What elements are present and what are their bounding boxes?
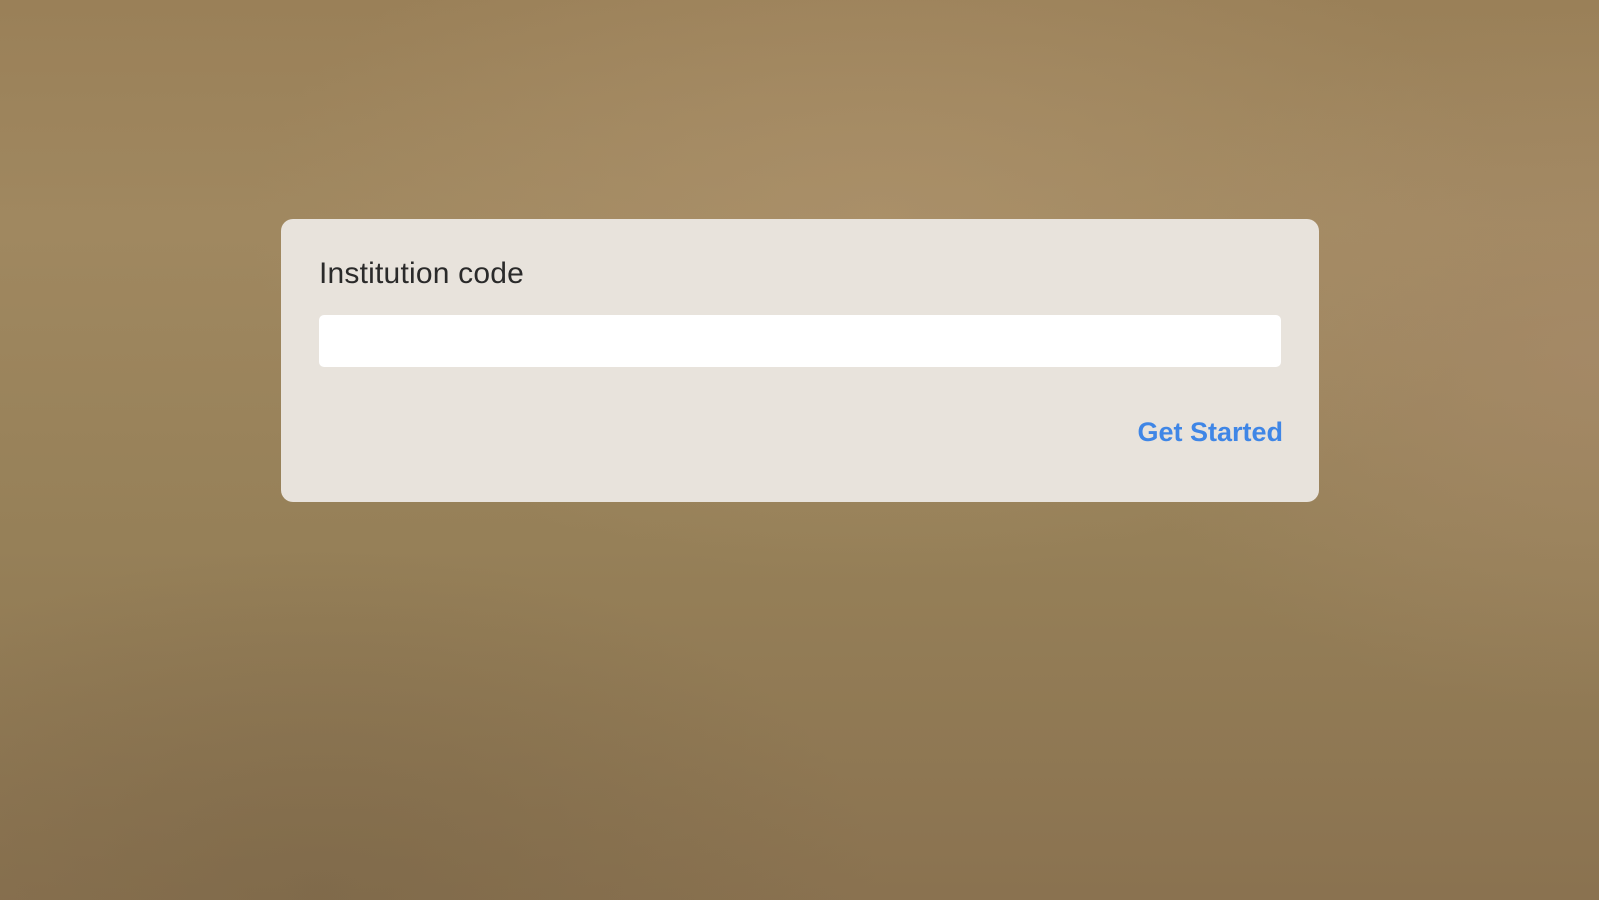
- institution-code-input[interactable]: [319, 315, 1281, 367]
- institution-code-dialog: Institution code Get Started: [281, 219, 1319, 502]
- institution-code-label: Institution code: [319, 257, 524, 290]
- get-started-button[interactable]: Get Started: [1137, 417, 1283, 448]
